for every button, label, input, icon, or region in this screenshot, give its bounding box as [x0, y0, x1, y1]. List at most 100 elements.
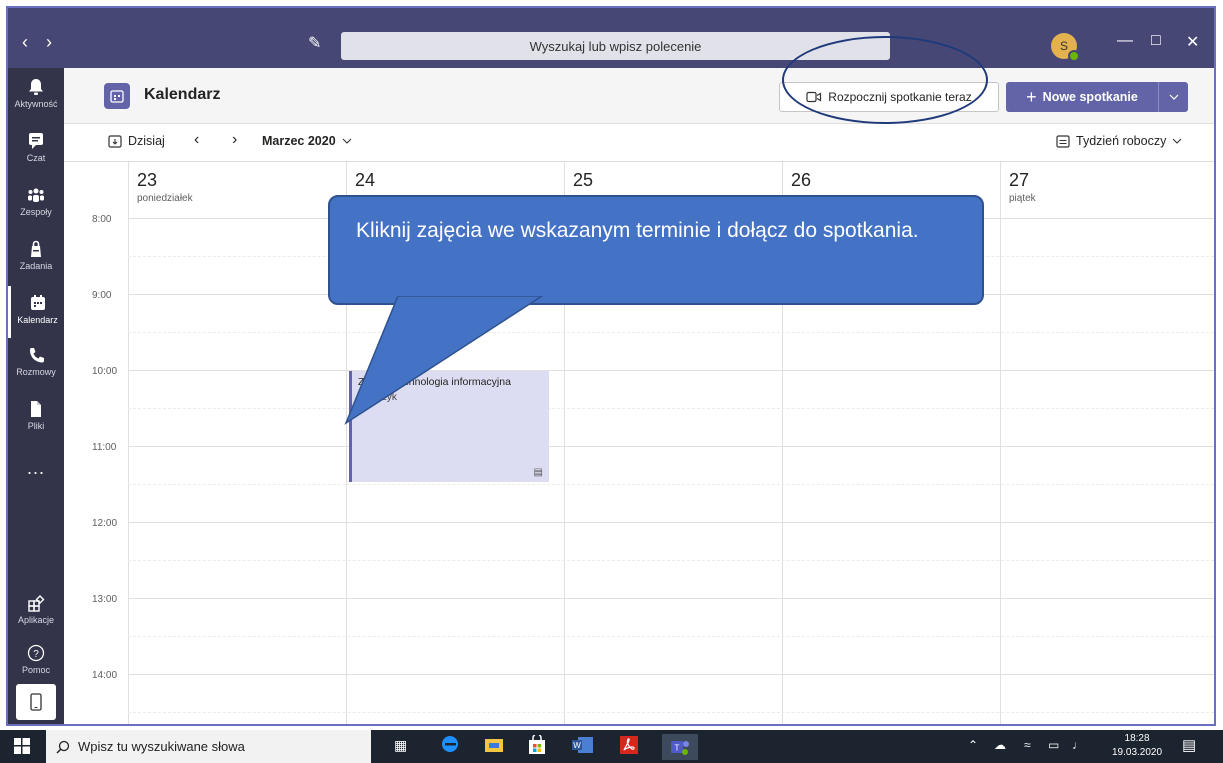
- prev-week-icon[interactable]: ‹: [194, 131, 199, 149]
- clock-date: 19.03.2020: [1112, 747, 1163, 758]
- day-header[interactable]: 23 poniedziałek: [128, 162, 346, 218]
- rail-item-assignments[interactable]: Zadania: [8, 232, 64, 284]
- new-meeting-button[interactable]: + Nowe spotkanie: [1006, 82, 1188, 112]
- rail-item-calendar[interactable]: Kalendarz: [8, 286, 64, 338]
- acrobat-icon[interactable]: [620, 736, 638, 757]
- rail-item-activity[interactable]: Aktywność: [8, 70, 64, 122]
- clock-time: 18:28: [1124, 733, 1150, 744]
- half-hour-line: [128, 332, 1214, 333]
- apps-icon: [28, 595, 45, 612]
- rail-label: Kalendarz: [17, 315, 58, 325]
- bell-icon: [29, 79, 43, 95]
- month-picker[interactable]: Marzec 2020: [262, 134, 352, 148]
- edge-icon[interactable]: [440, 734, 460, 757]
- rail-label: Zespoły: [20, 207, 52, 217]
- maximize-icon[interactable]: □: [1151, 32, 1161, 50]
- more-apps-icon[interactable]: ...: [8, 458, 64, 479]
- callout-text: Kliknij zajęcia we wskazanym terminie i …: [356, 219, 919, 242]
- rail-item-apps[interactable]: Aplikacje: [8, 586, 64, 638]
- today-icon: [108, 135, 122, 148]
- hour-line: [128, 446, 1214, 447]
- battery-icon[interactable]: ▭: [1048, 738, 1059, 752]
- file-explorer-icon[interactable]: [484, 736, 504, 757]
- chevron-up-icon[interactable]: ⌃: [968, 738, 978, 752]
- minimize-icon[interactable]: —: [1117, 32, 1133, 50]
- svg-text:W: W: [573, 741, 581, 750]
- day-number: 25: [573, 170, 594, 190]
- rail-item-chat[interactable]: Czat: [8, 124, 64, 176]
- teams-taskbar-icon[interactable]: T: [662, 734, 698, 760]
- calendar-icon: [30, 295, 45, 310]
- store-icon[interactable]: [528, 733, 546, 758]
- instruction-callout: Kliknij zajęcia we wskazanym terminie i …: [328, 195, 984, 305]
- hour-line: [128, 370, 1214, 371]
- chevron-down-icon[interactable]: [1158, 82, 1188, 112]
- view-picker[interactable]: Tydzień roboczy: [1056, 134, 1182, 148]
- plus-icon: +: [1026, 86, 1037, 107]
- rail-item-files[interactable]: Pliki: [8, 392, 64, 444]
- rail-label: Aplikacje: [17, 615, 55, 625]
- avatar-initial: S: [1059, 39, 1068, 53]
- rail-label: Pomoc: [21, 665, 50, 675]
- taskbar-search-input[interactable]: Wpisz tu wyszukiwane słowa: [46, 730, 371, 763]
- volume-icon[interactable]: ♩: [1072, 738, 1084, 752]
- chat-icon: [29, 133, 43, 149]
- time-label: 13:00: [92, 594, 118, 605]
- chevron-down-icon: [1172, 138, 1182, 144]
- day-name: poniedziałek: [137, 193, 193, 204]
- onedrive-icon[interactable]: ☁: [994, 738, 1006, 752]
- video-camera-icon: [806, 91, 822, 103]
- status-available-icon: [1068, 50, 1080, 62]
- file-icon: [31, 401, 41, 417]
- event-organizer: stańczyk: [358, 392, 397, 403]
- next-week-icon[interactable]: ›: [232, 131, 237, 149]
- day-name: piątek: [1009, 193, 1036, 204]
- day-header[interactable]: 27 piątek: [1000, 162, 1214, 218]
- time-label: 14:00: [92, 670, 118, 681]
- word-icon[interactable]: W: [572, 736, 594, 757]
- calendar-header: Kalendarz Rozpocznij spotkanie teraz + N…: [64, 36, 1214, 124]
- rail-label: Czat: [26, 153, 46, 163]
- app-rail: Aktywność Czat Zespoły Zadania Kalendarz…: [8, 68, 64, 724]
- calendar-main: Kalendarz Rozpocznij spotkanie teraz + N…: [64, 36, 1214, 724]
- calendar-toolbar: Dzisiaj ‹ › Marzec 2020 Tydzień roboczy: [64, 124, 1214, 162]
- meet-now-label: Rozpocznij spotkanie teraz: [828, 90, 972, 104]
- forward-icon[interactable]: ›: [46, 32, 52, 53]
- compose-icon[interactable]: ✎: [308, 33, 321, 53]
- window-title-strip: [8, 8, 1214, 20]
- search-icon: [56, 740, 70, 754]
- meeting-icon: ▤: [533, 467, 543, 478]
- time-label: 11:00: [92, 442, 117, 453]
- notifications-icon[interactable]: ▤: [1182, 736, 1196, 754]
- time-label: 8:00: [92, 214, 112, 225]
- rail-label: Pliki: [27, 421, 45, 431]
- device-icon[interactable]: [16, 684, 56, 720]
- rail-label: Zadania: [19, 261, 53, 271]
- top-bar: ‹ › ✎ Wyszukaj lub wpisz polecenie S — □…: [8, 20, 1214, 68]
- task-view-icon[interactable]: ▦: [394, 737, 407, 754]
- meet-now-button[interactable]: Rozpocznij spotkanie teraz: [779, 82, 999, 112]
- half-hour-line: [128, 560, 1214, 561]
- back-icon[interactable]: ‹: [22, 32, 28, 53]
- help-icon: ?: [27, 644, 45, 662]
- today-button[interactable]: Dzisiaj: [108, 134, 165, 148]
- calendar-event[interactable]: Zajęcia technologia informacyjna stańczy…: [349, 371, 549, 482]
- rail-label: Rozmowy: [16, 367, 56, 377]
- avatar[interactable]: S: [1051, 33, 1080, 62]
- search-input[interactable]: Wyszukaj lub wpisz polecenie: [341, 32, 890, 60]
- close-icon[interactable]: ✕: [1186, 32, 1199, 52]
- taskbar-clock[interactable]: 18:28 19.03.2020: [1112, 732, 1162, 760]
- today-label: Dzisiaj: [128, 134, 165, 148]
- windows-start-icon[interactable]: [14, 738, 30, 759]
- day-number: 27: [1009, 170, 1030, 190]
- rail-item-help[interactable]: ? Pomoc: [8, 636, 64, 688]
- rail-item-teams[interactable]: Zespoły: [8, 178, 64, 230]
- teams-window: ‹ › ✎ Wyszukaj lub wpisz polecenie S — □…: [6, 6, 1216, 726]
- svg-text:?: ?: [33, 649, 39, 660]
- svg-text:T: T: [675, 744, 680, 753]
- rail-item-calls[interactable]: Rozmowy: [8, 338, 64, 390]
- wifi-icon[interactable]: ≈: [1024, 738, 1031, 752]
- event-title: Zajęcia technologia informacyjna: [358, 376, 511, 388]
- windows-taskbar: Wpisz tu wyszukiwane słowa ▦ W T ⌃ ☁ ≈ ▭…: [0, 730, 1223, 763]
- calendar-app-icon: [104, 83, 130, 109]
